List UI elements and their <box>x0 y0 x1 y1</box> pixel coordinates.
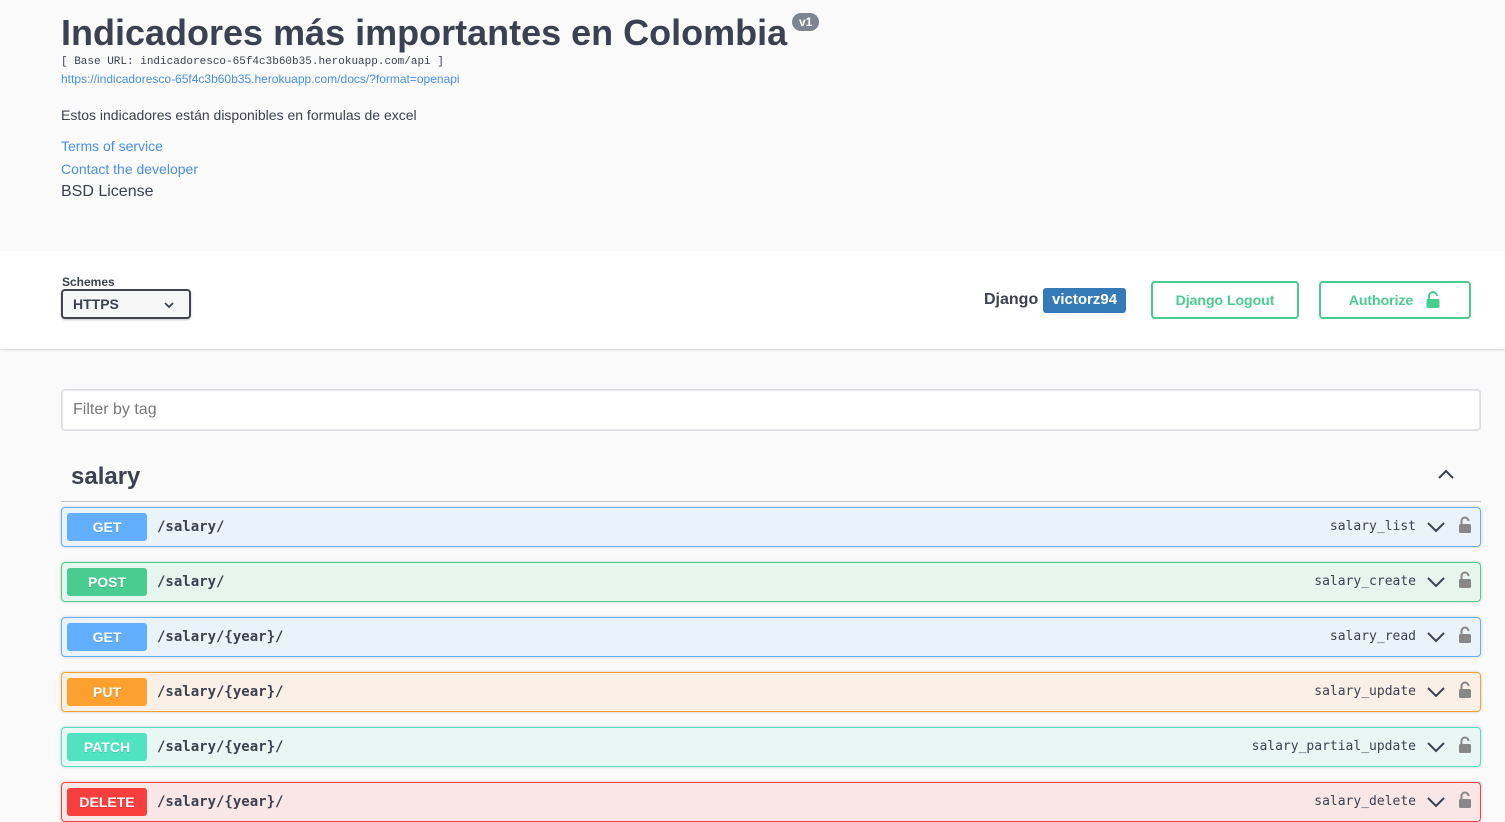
schemes-select[interactable]: HTTPS <box>61 289 191 319</box>
operation-get-salary-list[interactable]: GET /salary/ salary_list <box>61 507 1481 547</box>
chevron-down-icon[interactable] <box>1426 574 1446 595</box>
schemes-label: Schemes <box>62 275 115 289</box>
operation-id: salary_list <box>1329 519 1416 534</box>
api-description: Estos indicadores están disponibles en f… <box>61 107 417 123</box>
operation-path: /salary/{year}/ <box>157 739 284 755</box>
operation-id: salary_delete <box>1314 794 1416 809</box>
lock-icon[interactable] <box>1458 791 1472 814</box>
method-badge: DELETE <box>67 788 147 816</box>
method-badge: GET <box>67 623 147 651</box>
chevron-up-icon[interactable] <box>1437 466 1455 489</box>
chevron-down-icon <box>163 298 175 314</box>
version-badge: v1 <box>792 13 820 31</box>
terms-of-service-link[interactable]: Terms of service <box>61 138 163 154</box>
operation-path: /salary/{year}/ <box>157 684 284 700</box>
operation-id: salary_create <box>1314 574 1416 589</box>
operation-delete-salary-delete[interactable]: DELETE /salary/{year}/ salary_delete <box>61 782 1481 822</box>
authorize-label: Authorize <box>1348 292 1414 308</box>
operation-path: /salary/{year}/ <box>157 629 284 645</box>
operation-put-salary-update[interactable]: PUT /salary/{year}/ salary_update <box>61 672 1481 712</box>
operation-path: /salary/{year}/ <box>157 794 284 810</box>
authorize-button[interactable]: Authorize <box>1319 281 1471 319</box>
operation-id: salary_read <box>1329 629 1416 644</box>
chevron-down-icon[interactable] <box>1426 629 1446 650</box>
scheme-container: Schemes HTTPS Django victorz94 Django Lo… <box>0 251 1505 349</box>
base-url: [ Base URL: indicadoresco-65f4c3b60b35.h… <box>61 56 444 68</box>
contact-developer-link[interactable]: Contact the developer <box>61 161 198 177</box>
page-title: Indicadores más importantes en Colombia <box>61 12 788 53</box>
django-logout-label: Django Logout <box>1175 292 1275 308</box>
method-badge: PUT <box>67 678 147 706</box>
operation-id: salary_update <box>1314 684 1416 699</box>
django-logout-button[interactable]: Django Logout <box>1151 281 1299 319</box>
operation-path: /salary/ <box>157 574 225 590</box>
chevron-down-icon[interactable] <box>1426 684 1446 705</box>
lock-icon[interactable] <box>1458 571 1472 594</box>
operation-patch-salary-partial-update[interactable]: PATCH /salary/{year}/ salary_partial_upd… <box>61 727 1481 767</box>
lock-icon[interactable] <box>1458 516 1472 539</box>
operation-path: /salary/ <box>157 519 225 535</box>
method-badge: PATCH <box>67 733 147 761</box>
method-badge: GET <box>67 513 147 541</box>
chevron-down-icon[interactable] <box>1426 794 1446 815</box>
lock-icon[interactable] <box>1458 681 1472 704</box>
filter-by-tag-input[interactable] <box>61 389 1481 431</box>
tag-section-header[interactable]: salary <box>61 452 1481 502</box>
title-row: Indicadores más importantes en Colombia … <box>61 12 820 54</box>
method-badge: POST <box>67 568 147 596</box>
chevron-down-icon[interactable] <box>1426 739 1446 760</box>
schemes-selected-value: HTTPS <box>73 296 119 312</box>
operation-id: salary_partial_update <box>1251 739 1416 754</box>
unlock-icon <box>1425 291 1441 309</box>
lock-icon[interactable] <box>1458 626 1472 649</box>
operation-get-salary-read[interactable]: GET /salary/{year}/ salary_read <box>61 617 1481 657</box>
tag-name: salary <box>71 463 141 490</box>
lock-icon[interactable] <box>1458 736 1472 759</box>
chevron-down-icon[interactable] <box>1426 519 1446 540</box>
license-text: BSD License <box>61 183 154 200</box>
operation-post-salary-create[interactable]: POST /salary/ salary_create <box>61 562 1481 602</box>
openapi-spec-link[interactable]: https://indicadoresco-65f4c3b60b35.herok… <box>61 72 460 86</box>
django-label: Django <box>984 291 1039 308</box>
user-badge: victorz94 <box>1043 288 1127 313</box>
